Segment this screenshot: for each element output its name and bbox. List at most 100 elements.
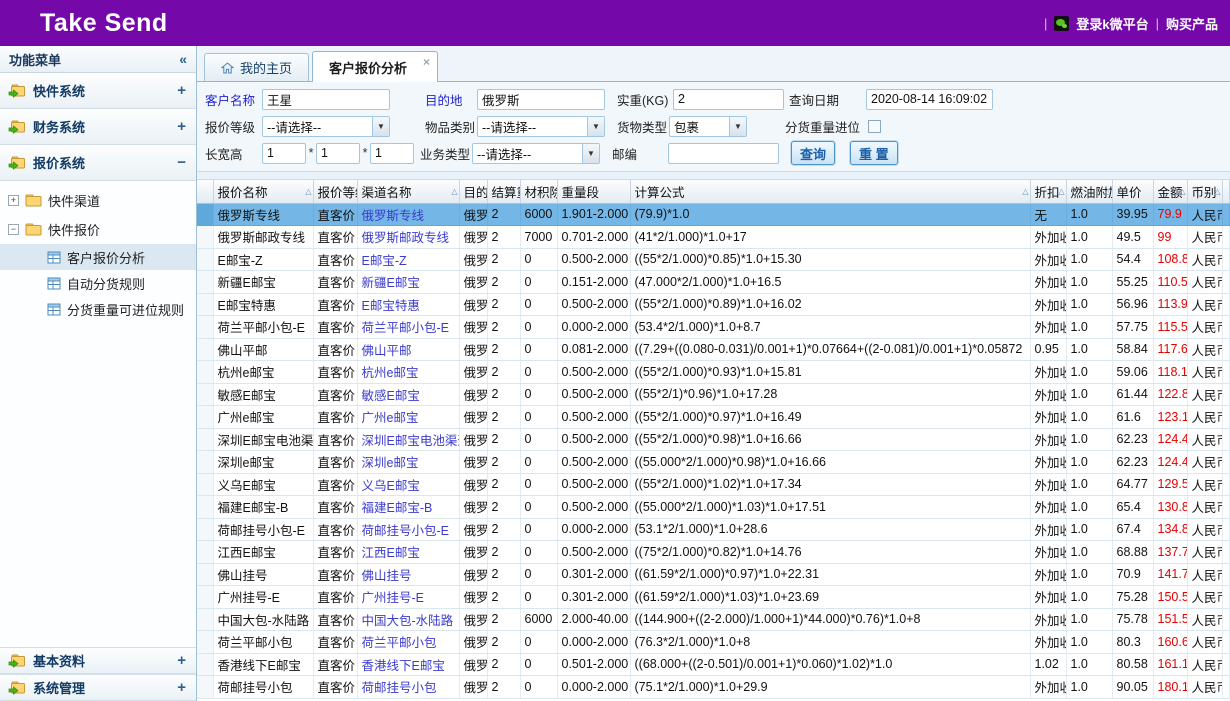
table-row[interactable]: 深圳e邮宝 直客价 深圳e邮宝 俄罗斯 2 0 0.500-2.000 ((55… <box>197 451 1230 474</box>
header-settle-weight[interactable]: 结算重量 <box>487 180 520 203</box>
cell-channel-link[interactable]: 荷兰平邮小包-E <box>357 316 459 339</box>
close-tab-icon[interactable]: × <box>423 55 430 69</box>
header-quote-grade[interactable]: 报价等级 <box>313 180 357 203</box>
cell-channel-link[interactable]: 深圳e邮宝 <box>357 451 459 474</box>
table-row[interactable]: 俄罗斯邮政专线 直客价 俄罗斯邮政专线 俄罗斯 2 7000 0.701-2.0… <box>197 226 1230 249</box>
tab-customer-quote-analysis[interactable]: 客户报价分析 × <box>312 51 438 82</box>
split-weight-carry-checkbox[interactable] <box>868 120 881 133</box>
table-row[interactable]: 深圳E邮宝电池渠道 直客价 深圳E邮宝电池渠道 俄罗斯 2 0 0.500-2.… <box>197 428 1230 451</box>
header-volume-divisor[interactable]: 材积除 <box>520 180 557 203</box>
table-row[interactable]: 佛山平邮 直客价 佛山平邮 俄罗斯 2 0 0.081-2.000 ((7.29… <box>197 338 1230 361</box>
table-row[interactable]: 义乌E邮宝 直客价 义乌E邮宝 俄罗斯 2 0 0.500-2.000 ((55… <box>197 473 1230 496</box>
item-category-select[interactable]: --请选择-- ▼ <box>477 116 605 137</box>
header-amount[interactable]: 金额△ <box>1153 180 1187 203</box>
cargo-type-select[interactable]: 包裹 ▼ <box>669 116 747 137</box>
cell-channel-link[interactable]: 香港线下E邮宝 <box>357 653 459 676</box>
table-row[interactable]: 荷邮挂号小包-E 直客价 荷邮挂号小包-E 俄罗斯 2 0 0.000-2.00… <box>197 518 1230 541</box>
sidebar-section-system-management[interactable]: 系统管理 + <box>0 674 196 701</box>
table-row[interactable]: 荷兰平邮小包 直客价 荷兰平邮小包 俄罗斯 2 0 0.000-2.000 (7… <box>197 631 1230 654</box>
sort-asc-icon[interactable]: △ <box>1214 187 1220 196</box>
tree-leaf-split-weight-carry-rules[interactable]: 分货重量可进位规则 <box>0 296 196 322</box>
height-input[interactable]: 1 <box>370 143 414 164</box>
cell-channel-link[interactable]: 广州挂号-E <box>357 586 459 609</box>
cell-channel-link[interactable]: 敏感E邮宝 <box>357 383 459 406</box>
search-button[interactable]: 查询 <box>791 141 835 165</box>
expand-plus-icon[interactable]: + <box>177 652 186 669</box>
cell-channel-link[interactable]: 福建E邮宝-B <box>357 496 459 519</box>
header-discount[interactable]: 折扣△ <box>1030 180 1066 203</box>
width-input[interactable]: 1 <box>316 143 360 164</box>
customer-name-input[interactable]: 王星 <box>262 89 390 110</box>
expand-plus-icon[interactable]: + <box>177 82 186 99</box>
cell-channel-link[interactable]: E邮宝特惠 <box>357 293 459 316</box>
tree-leaf-customer-quote-analysis[interactable]: 客户报价分析 <box>0 244 196 270</box>
cell-channel-link[interactable]: 深圳E邮宝电池渠道 <box>357 428 459 451</box>
expand-plus-icon[interactable]: + <box>177 118 186 135</box>
query-date-input[interactable]: 2020-08-14 16:09:02 <box>866 89 993 110</box>
header-currency[interactable]: 币别△ <box>1187 180 1222 203</box>
sort-asc-icon[interactable]: △ <box>1104 187 1110 196</box>
expander-minus-icon[interactable]: − <box>8 224 19 235</box>
cell-channel-link[interactable]: 荷兰平邮小包 <box>357 631 459 654</box>
header-destination[interactable]: 目的地 <box>459 180 487 203</box>
table-row[interactable]: 广州e邮宝 直客价 广州e邮宝 俄罗斯 2 0 0.500-2.000 ((55… <box>197 406 1230 429</box>
sort-asc-icon[interactable]: △ <box>1058 187 1064 196</box>
panel-splitter[interactable] <box>197 172 1230 180</box>
login-link[interactable]: 登录k微平台 <box>1076 14 1148 33</box>
header-weight-range[interactable]: 重量段 <box>557 180 630 203</box>
tree-leaf-auto-split-rules[interactable]: 自动分货规则 <box>0 270 196 296</box>
cell-channel-link[interactable]: 佛山挂号 <box>357 563 459 586</box>
zip-code-input[interactable] <box>668 143 779 164</box>
sort-asc-icon[interactable]: △ <box>451 187 457 196</box>
expand-plus-icon[interactable]: + <box>177 679 186 696</box>
tab-my-home[interactable]: 我的主页 <box>204 53 309 81</box>
table-row[interactable]: 敏感E邮宝 直客价 敏感E邮宝 俄罗斯 2 0 0.500-2.000 ((55… <box>197 383 1230 406</box>
cell-channel-link[interactable]: 杭州e邮宝 <box>357 361 459 384</box>
table-row[interactable]: 广州挂号-E 直客价 广州挂号-E 俄罗斯 2 0 0.301-2.000 ((… <box>197 586 1230 609</box>
length-input[interactable]: 1 <box>262 143 306 164</box>
expander-plus-icon[interactable]: + <box>8 195 19 206</box>
business-type-select[interactable]: --请选择-- ▼ <box>472 143 600 164</box>
reset-button[interactable]: 重 置 <box>850 141 898 165</box>
header-formula[interactable]: 计算公式△ <box>630 180 1030 203</box>
sidebar-section-express[interactable]: 快件系统 + <box>0 73 196 109</box>
cell-channel-link[interactable]: 荷邮挂号小包-E <box>357 518 459 541</box>
cell-channel-link[interactable]: E邮宝-Z <box>357 248 459 271</box>
table-row[interactable]: 杭州e邮宝 直客价 杭州e邮宝 俄罗斯 2 0 0.500-2.000 ((55… <box>197 361 1230 384</box>
cell-channel-link[interactable]: 义乌E邮宝 <box>357 473 459 496</box>
cell-channel-link[interactable]: 荷邮挂号小包 <box>357 676 459 699</box>
quote-grade-select[interactable]: --请选择-- ▼ <box>262 116 390 137</box>
tree-node-quotes[interactable]: − 快件报价 <box>0 215 196 244</box>
table-row[interactable]: 佛山挂号 直客价 佛山挂号 俄罗斯 2 0 0.301-2.000 ((61.5… <box>197 563 1230 586</box>
cell-channel-link[interactable]: 中国大包-水陆路 <box>357 608 459 631</box>
table-row[interactable]: 新疆E邮宝 直客价 新疆E邮宝 俄罗斯 2 0 0.151-2.000 (47.… <box>197 271 1230 294</box>
collapse-minus-icon[interactable]: − <box>177 154 186 171</box>
sidebar-section-quote[interactable]: 报价系统 − <box>0 145 196 181</box>
sidebar-section-finance[interactable]: 财务系统 + <box>0 109 196 145</box>
cell-channel-link[interactable]: 佛山平邮 <box>357 338 459 361</box>
weight-input[interactable]: 2 <box>673 89 784 110</box>
buy-product-link[interactable]: 购买产品 <box>1166 14 1218 33</box>
collapse-sidebar-icon[interactable]: « <box>179 51 187 67</box>
table-row[interactable]: E邮宝-Z 直客价 E邮宝-Z 俄罗斯 2 0 0.500-2.000 ((55… <box>197 248 1230 271</box>
sort-asc-icon[interactable]: △ <box>1022 187 1028 196</box>
table-row[interactable]: 福建E邮宝-B 直客价 福建E邮宝-B 俄罗斯 2 0 0.500-2.000 … <box>197 496 1230 519</box>
sidebar-section-basic-data[interactable]: 基本资料 + <box>0 647 196 674</box>
tree-node-channels[interactable]: + 快件渠道 <box>0 186 196 215</box>
table-row[interactable]: 荷邮挂号小包 直客价 荷邮挂号小包 俄罗斯 2 0 0.000-2.000 (7… <box>197 676 1230 699</box>
destination-input[interactable]: 俄罗斯 <box>477 89 605 110</box>
header-fuel-surcharge[interactable]: 燃油附加△ <box>1066 180 1112 203</box>
cell-channel-link[interactable]: 俄罗斯邮政专线 <box>357 226 459 249</box>
table-row[interactable]: 荷兰平邮小包-E 直客价 荷兰平邮小包-E 俄罗斯 2 0 0.000-2.00… <box>197 316 1230 339</box>
cell-channel-link[interactable]: 江西E邮宝 <box>357 541 459 564</box>
table-row[interactable]: 香港线下E邮宝 直客价 香港线下E邮宝 俄罗斯 2 0 0.501-2.000 … <box>197 653 1230 676</box>
table-row[interactable]: 俄罗斯专线 直客价 俄罗斯专线 俄罗斯 2 6000 1.901-2.000 (… <box>197 203 1230 226</box>
cell-channel-link[interactable]: 新疆E邮宝 <box>357 271 459 294</box>
sort-asc-icon[interactable]: △ <box>305 187 311 196</box>
sort-asc-icon[interactable]: △ <box>1179 187 1185 196</box>
table-row[interactable]: 中国大包-水陆路 直客价 中国大包-水陆路 俄罗斯 2 6000 2.000-4… <box>197 608 1230 631</box>
table-row[interactable]: E邮宝特惠 直客价 E邮宝特惠 俄罗斯 2 0 0.500-2.000 ((55… <box>197 293 1230 316</box>
header-unit-price[interactable]: 单价 <box>1112 180 1153 203</box>
header-channel-name[interactable]: 渠道名称△ <box>357 180 459 203</box>
cell-channel-link[interactable]: 广州e邮宝 <box>357 406 459 429</box>
